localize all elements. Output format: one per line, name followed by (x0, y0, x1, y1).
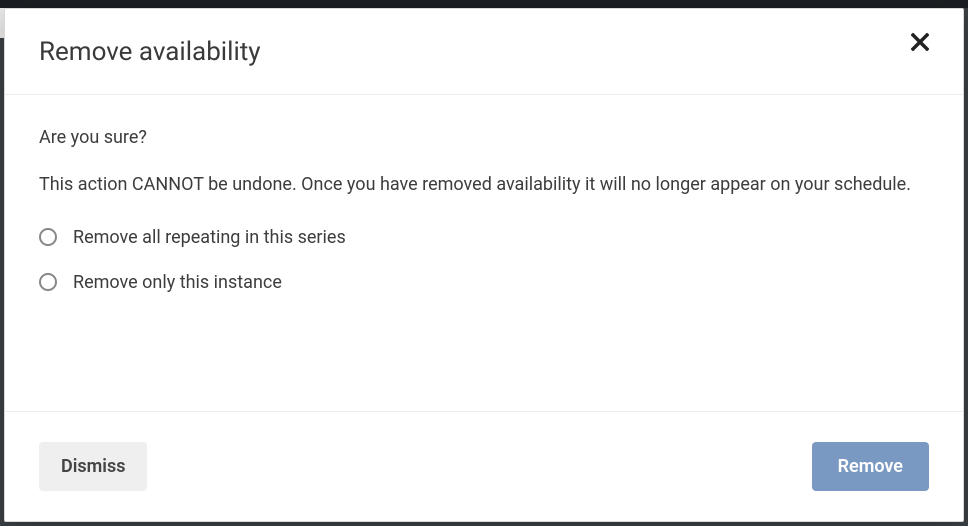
confirm-description: This action CANNOT be undone. Once you h… (39, 170, 929, 201)
remove-availability-modal: Remove availability Are you sure? This a… (4, 8, 964, 522)
confirm-question: Are you sure? (39, 127, 929, 148)
radio-label-series: Remove all repeating in this series (73, 227, 346, 248)
close-icon (911, 33, 929, 51)
radio-icon (39, 228, 57, 246)
remove-scope-radio-group: Remove all repeating in this series Remo… (39, 227, 929, 293)
dismiss-button[interactable]: Dismiss (39, 442, 147, 491)
modal-title: Remove availability (39, 37, 261, 68)
radio-label-instance: Remove only this instance (73, 272, 282, 293)
radio-option-series[interactable]: Remove all repeating in this series (39, 227, 929, 248)
modal-header: Remove availability (5, 9, 963, 95)
remove-button[interactable]: Remove (812, 442, 929, 491)
modal-body: Are you sure? This action CANNOT be undo… (5, 95, 963, 411)
modal-footer: Dismiss Remove (5, 411, 963, 521)
background-top-strip (0, 0, 968, 8)
close-button[interactable] (909, 31, 931, 53)
radio-option-instance[interactable]: Remove only this instance (39, 272, 929, 293)
radio-icon (39, 273, 57, 291)
